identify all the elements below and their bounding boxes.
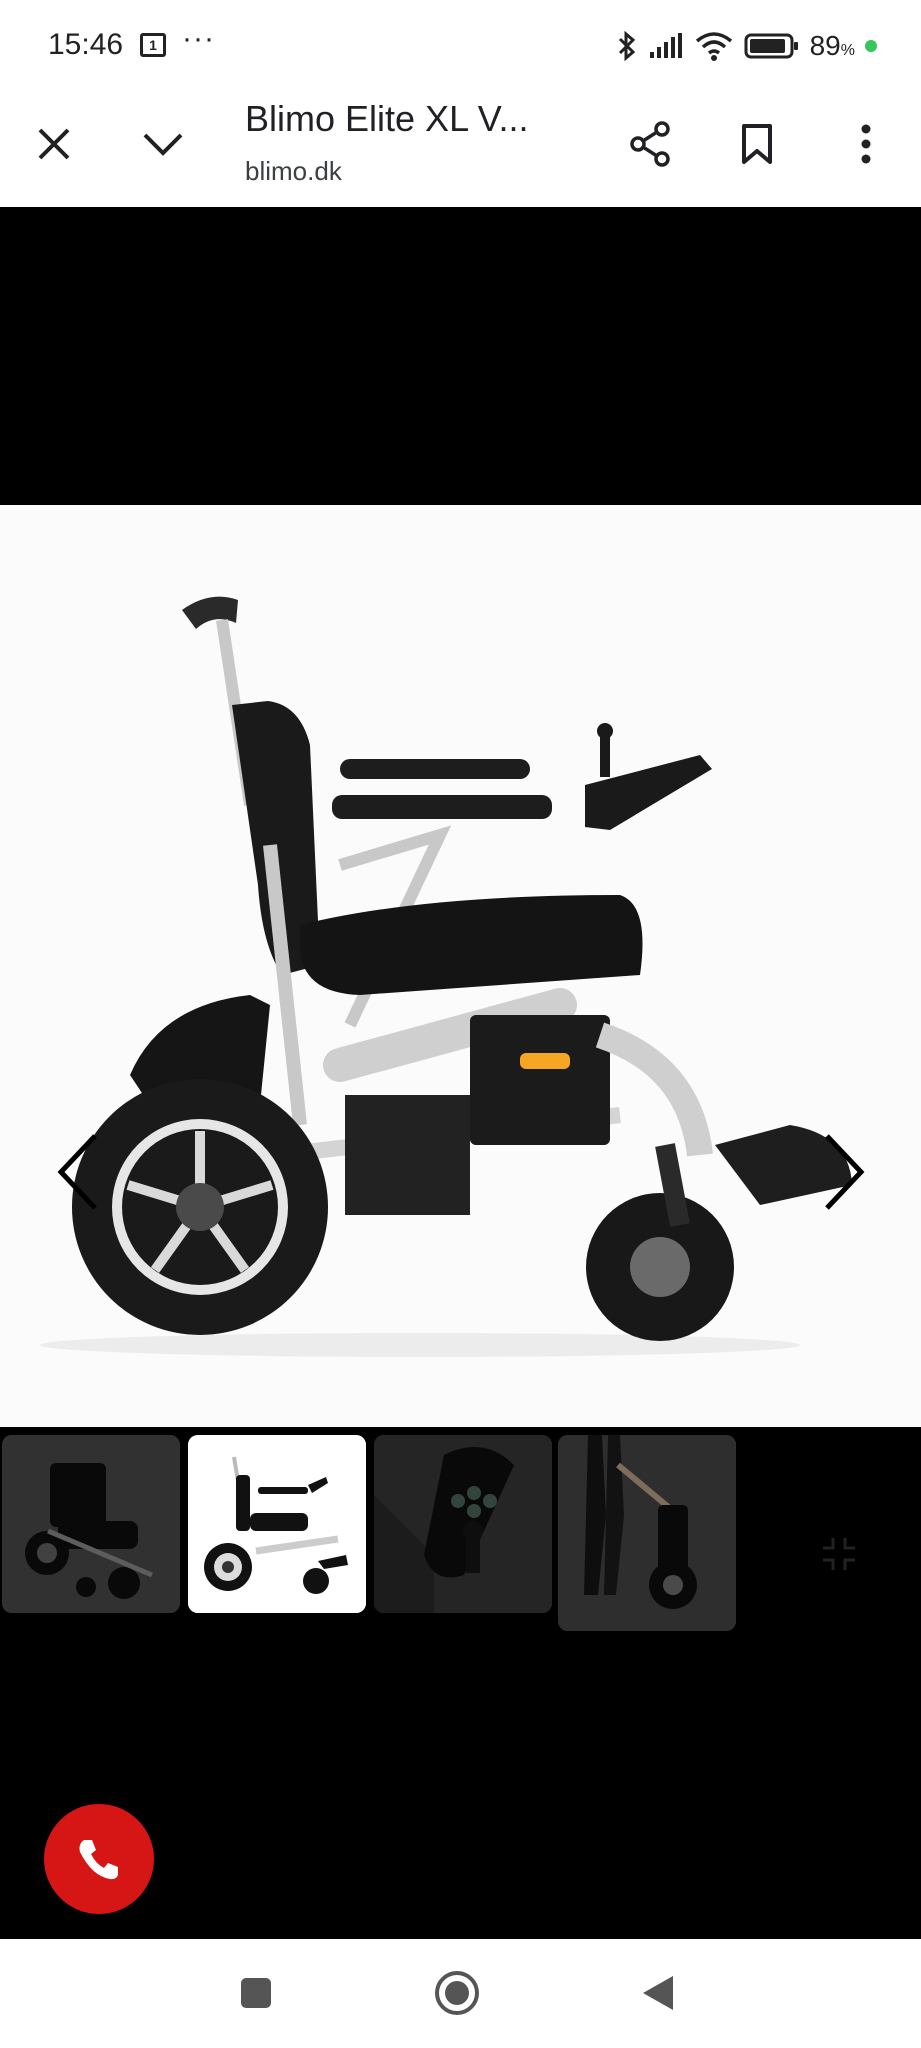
next-image-button[interactable] <box>814 1127 874 1217</box>
thumbnail-3[interactable] <box>374 1435 552 1613</box>
chevron-down-icon <box>143 133 183 156</box>
recents-button[interactable] <box>226 1963 286 2023</box>
thumbnail-strip <box>0 1435 921 1631</box>
status-time: 15:46 <box>48 28 124 61</box>
thumbnail-dim-overlay <box>374 1435 552 1613</box>
previous-image-button[interactable] <box>48 1127 108 1217</box>
minimize-button[interactable] <box>133 114 193 174</box>
bookmark-icon <box>742 124 772 164</box>
back-button[interactable] <box>628 1963 688 2023</box>
share-icon <box>630 121 670 167</box>
more-notifications-icon: ··· <box>182 22 215 55</box>
home-button[interactable] <box>427 1963 487 2023</box>
thumbnail-2-selected[interactable] <box>188 1435 366 1613</box>
thumbnail-wheelchair-side <box>188 1435 366 1613</box>
image-viewer <box>0 207 921 1939</box>
bluetooth-icon <box>618 30 635 62</box>
calendar-icon: 1 <box>140 33 166 57</box>
thumbnail-dim-overlay <box>2 1435 180 1613</box>
page-domain[interactable]: blimo.dk <box>245 156 342 187</box>
system-navigation-bar <box>0 1939 921 2048</box>
thumbnail-4[interactable] <box>558 1435 736 1631</box>
close-button[interactable] <box>24 114 84 174</box>
chevron-left-icon <box>57 1134 97 1210</box>
recents-icon <box>241 1978 271 2008</box>
more-vert-icon <box>861 124 871 164</box>
status-bar: 15:46 1 ··· 89% <box>0 0 921 90</box>
share-button[interactable] <box>620 114 680 174</box>
chevron-right-icon <box>825 1134 865 1210</box>
more-options-button[interactable] <box>836 114 896 174</box>
status-indicators: 89% <box>616 26 877 66</box>
back-icon <box>643 1976 673 2010</box>
call-button[interactable] <box>44 1804 154 1914</box>
page-title[interactable]: Blimo Elite XL V... <box>245 98 528 140</box>
home-icon <box>435 1971 479 2015</box>
wifi-icon <box>695 32 732 61</box>
close-icon <box>38 128 70 160</box>
battery-icon <box>744 33 798 59</box>
bookmark-button[interactable] <box>727 114 787 174</box>
signal-icon <box>649 33 682 58</box>
thumbnail-dim-overlay <box>558 1435 736 1631</box>
phone-icon <box>79 1840 118 1880</box>
thumbnail-1[interactable] <box>2 1435 180 1613</box>
main-product-image[interactable] <box>0 505 921 1427</box>
wheelchair-image <box>40 596 852 1357</box>
charging-dot-icon <box>865 40 877 52</box>
battery-percent: 89% <box>809 30 855 61</box>
